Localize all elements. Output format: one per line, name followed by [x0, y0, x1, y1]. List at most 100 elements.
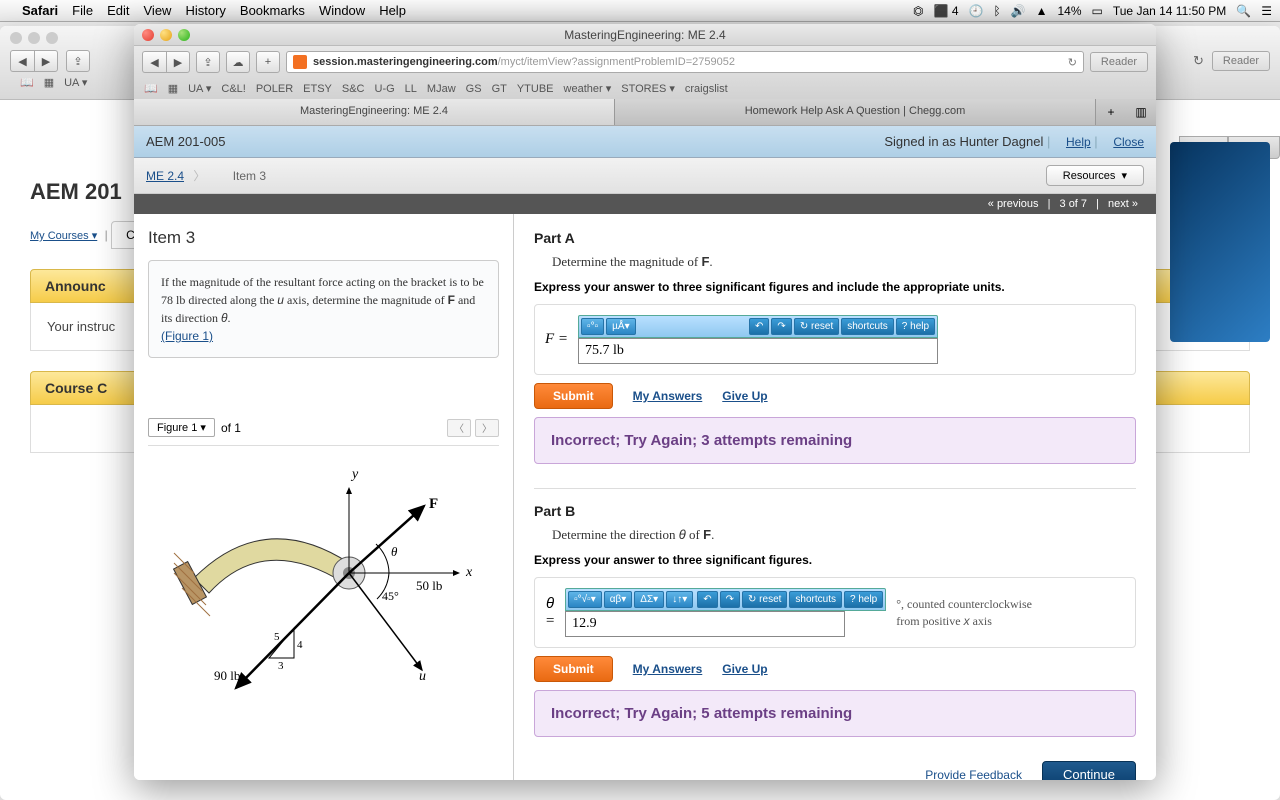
bg-book-icon[interactable]: 📖 — [20, 76, 34, 89]
minimize-window-button[interactable] — [160, 29, 172, 41]
provide-feedback-link[interactable]: Provide Feedback — [925, 768, 1022, 781]
bm-10[interactable]: YTUBE — [517, 83, 554, 95]
site-favicon — [293, 55, 307, 69]
partb-myanswers-link[interactable]: My Answers — [633, 662, 703, 676]
svg-text:45°: 45° — [382, 589, 399, 603]
bg-mycourses-link[interactable]: My Courses ▾ — [30, 230, 97, 242]
bm-9[interactable]: GT — [492, 83, 507, 95]
partb-tb-3[interactable]: ΔΣ▾ — [634, 591, 664, 608]
svg-text:50 lb: 50 lb — [416, 578, 442, 593]
tab-add[interactable]: + — [1096, 99, 1126, 125]
bm-13[interactable]: craigslist — [685, 83, 728, 95]
parta-tb-shortcuts[interactable]: shortcuts — [841, 318, 894, 335]
url-field[interactable]: session.masteringengineering.com/myct/it… — [286, 51, 1084, 73]
back-button[interactable]: ◀ — [142, 51, 166, 73]
bm-3[interactable]: ETSY — [303, 83, 332, 95]
spotlight-icon[interactable]: 🔍 — [1236, 4, 1251, 18]
bm-11[interactable]: weather ▾ — [564, 82, 612, 95]
net-icon[interactable]: ⬛ 4 — [934, 4, 959, 18]
bm-0[interactable]: UA ▾ — [188, 82, 211, 95]
partb-tb-help[interactable]: ? help — [844, 591, 883, 608]
menu-bookmarks[interactable]: Bookmarks — [240, 3, 305, 18]
bm-1[interactable]: C&L! — [221, 83, 245, 95]
partb-tb-undo[interactable]: ↶ — [697, 591, 717, 608]
addtab-button[interactable]: + — [256, 51, 280, 73]
menu-view[interactable]: View — [144, 3, 172, 18]
partb-tb-reset[interactable]: ↻ reset — [742, 591, 787, 608]
bg-share-icon[interactable]: ⇪ — [66, 50, 90, 72]
menu-history[interactable]: History — [185, 3, 225, 18]
menu-file[interactable]: File — [72, 3, 93, 18]
bm-12[interactable]: STORES ▾ — [621, 82, 675, 95]
bm-5[interactable]: U-G — [375, 83, 395, 95]
book-icon[interactable]: 📖 — [144, 82, 158, 95]
bg-reader-button[interactable]: Reader — [1212, 51, 1270, 71]
menu-date[interactable]: Tue Jan 14 11:50 PM — [1113, 4, 1226, 18]
partb-tb-4[interactable]: ↓↑▾ — [666, 591, 693, 608]
parta-tb-units[interactable]: µÅ▾ — [606, 318, 635, 335]
reader-button[interactable]: Reader — [1090, 52, 1148, 72]
bg-reload-icon[interactable]: ↻ — [1193, 53, 1204, 69]
continue-button[interactable]: Continue — [1042, 761, 1136, 780]
battery-pct[interactable]: 14% — [1058, 4, 1082, 18]
share-button[interactable]: ⇪ — [196, 51, 220, 73]
parta-answer-input[interactable]: 75.7 lb — [578, 338, 938, 364]
tab-show-all[interactable]: ▥ — [1126, 99, 1156, 125]
partb-submit-button[interactable]: Submit — [534, 656, 613, 682]
tab-1[interactable]: Homework Help Ask A Question | Chegg.com — [615, 99, 1096, 125]
parta-var: F = — [545, 331, 568, 348]
menu-window[interactable]: Window — [319, 3, 365, 18]
bm-6[interactable]: LL — [405, 83, 417, 95]
wifi-icon[interactable]: ▲ — [1036, 4, 1048, 18]
zoom-window-button[interactable] — [178, 29, 190, 41]
nav-prev[interactable]: « previous — [988, 198, 1039, 210]
forward-button[interactable]: ▶ — [166, 51, 190, 73]
partb-tb-redo[interactable]: ↷ — [720, 591, 740, 608]
svg-text:y: y — [350, 467, 359, 482]
bm-4[interactable]: S&C — [342, 83, 365, 95]
figure-select[interactable]: Figure 1 ▾ — [148, 418, 215, 437]
menu-app[interactable]: Safari — [22, 3, 58, 18]
bm-8[interactable]: GS — [466, 83, 482, 95]
svg-text:x: x — [465, 565, 473, 580]
bm-2[interactable]: POLER — [256, 83, 293, 95]
reload-icon[interactable]: ↻ — [1068, 56, 1077, 69]
topsites-icon[interactable]: ▦ — [168, 82, 178, 95]
volume-icon[interactable]: 🔊 — [1011, 4, 1026, 18]
menu-edit[interactable]: Edit — [107, 3, 129, 18]
partb-tb-1[interactable]: ▫°√▫▾ — [568, 591, 602, 608]
resources-button[interactable]: Resources ▾ — [1046, 165, 1144, 186]
bluetooth-icon[interactable]: ᛒ — [993, 4, 1000, 18]
partb-tb-shortcuts[interactable]: shortcuts — [789, 591, 842, 608]
parta-myanswers-link[interactable]: My Answers — [633, 389, 703, 403]
partb-instr: Express your answer to three significant… — [534, 553, 1136, 567]
menu-help[interactable]: Help — [379, 3, 406, 18]
partb-answer-input[interactable]: 12.9 — [565, 611, 845, 637]
fig-prev-button[interactable]: 〈 — [447, 419, 471, 437]
parta-tb-undo[interactable]: ↶ — [749, 318, 769, 335]
parta-tb-help[interactable]: ? help — [896, 318, 935, 335]
partb-tb-2[interactable]: αβ▾ — [604, 591, 633, 608]
battery-icon[interactable]: ▭ — [1092, 4, 1103, 18]
menu-list-icon[interactable]: ☰ — [1261, 4, 1272, 18]
partb-giveup-link[interactable]: Give Up — [722, 662, 767, 676]
icloud-button[interactable]: ☁ — [226, 51, 250, 73]
parta-giveup-link[interactable]: Give Up — [722, 389, 767, 403]
breadcrumb-item: Item 3 — [233, 169, 266, 183]
parta-tb-reset[interactable]: ↻ reset — [794, 318, 839, 335]
nav-next[interactable]: next » — [1108, 198, 1138, 210]
bg-bookmark-ua[interactable]: UA ▾ — [64, 76, 87, 89]
parta-submit-button[interactable]: Submit — [534, 383, 613, 409]
tab-0[interactable]: MasteringEngineering: ME 2.4 — [134, 99, 615, 125]
fig-next-button[interactable]: 〉 — [475, 419, 499, 437]
close-link[interactable]: Close — [1113, 135, 1144, 149]
bg-grid-icon[interactable]: ▦ — [44, 76, 54, 89]
close-window-button[interactable] — [142, 29, 154, 41]
help-link[interactable]: Help — [1066, 135, 1091, 149]
clock-icon[interactable]: 🕘 — [969, 4, 984, 18]
figure-link[interactable]: (Figure 1) — [161, 329, 213, 343]
breadcrumb-link[interactable]: ME 2.4 — [146, 169, 184, 183]
parta-tb-frac[interactable]: ▫°▫ — [581, 318, 604, 335]
parta-tb-redo[interactable]: ↷ — [771, 318, 791, 335]
bm-7[interactable]: MJaw — [427, 83, 456, 95]
